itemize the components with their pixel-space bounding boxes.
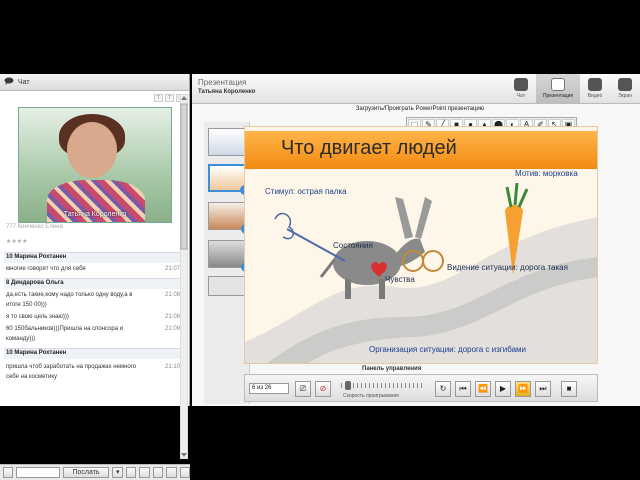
slide-thumbnail[interactable]: [208, 128, 246, 156]
message-author: 8 Диндарова Ольга: [6, 280, 64, 286]
upload-powerpoint-link[interactable]: Загрузить/Проиграть PowerPoint презентац…: [340, 106, 500, 112]
text-size-small-icon[interactable]: T: [165, 94, 174, 102]
message-text: себе на косметику: [6, 374, 58, 380]
link-icon[interactable]: [139, 467, 150, 478]
last-slide-icon[interactable]: ⏭: [535, 381, 551, 397]
slide-thumbnail[interactable]: [208, 276, 246, 296]
message-text: команду))): [6, 336, 36, 342]
send-button[interactable]: Послать: [62, 467, 110, 478]
presentation-title: Презентация: [198, 78, 247, 87]
video-caption: Татьяна Короленко: [63, 211, 127, 218]
presentation-panel: Презентация Татьяна Короленко Чат Презен…: [192, 74, 640, 406]
play-icon[interactable]: ▶: [495, 381, 511, 397]
slide-thumbnail[interactable]: 6: [208, 164, 250, 195]
webcam-video: Татьяна Короленко: [18, 107, 172, 223]
presentation-header: Презентация Татьяна Короленко Чат Презен…: [192, 74, 640, 104]
slide-thumbnail[interactable]: 7: [208, 202, 251, 234]
message-text: я то свою цель знаю))): [6, 314, 69, 320]
message-text: многие говорят что для себя: [6, 266, 86, 272]
label-feelings: Чувства: [385, 275, 415, 284]
chat-header: Чат: [0, 74, 189, 91]
screen-icon: [618, 78, 632, 91]
send-dropdown-icon[interactable]: ▾: [112, 467, 123, 478]
label-vision: Видение ситуации: дорога такая: [447, 263, 568, 272]
mode-tabs: Чат Презентация Видео Экран: [506, 74, 640, 104]
lock-icon[interactable]: [152, 467, 164, 478]
message-text: итоге 150 00))): [6, 302, 47, 308]
message-text: 60 150бальников)))Пришла на спонсора и: [6, 326, 124, 332]
fit-slide-icon[interactable]: ⎚: [295, 381, 311, 397]
message-text: да,есть такие,кому надо только одну воду…: [6, 292, 133, 298]
current-slide: Что двигает людей Стимул: острая палка С…: [244, 126, 598, 364]
first-slide-icon[interactable]: ⏮: [455, 381, 471, 397]
control-panel: 6 из 26 ⎚ ⊘ Скорость проигрывания ↻ ⏮ ⏪ …: [244, 374, 598, 402]
label-stimulus: Стимул: острая палка: [265, 187, 347, 196]
slide-thumbnail[interactable]: 8: [208, 240, 251, 272]
chat-input-bar: Послать ▾: [0, 464, 191, 480]
label-organization: Организация ситуации: дорога с изгибами: [369, 345, 527, 354]
presentation-icon: [551, 78, 565, 91]
tab-chat[interactable]: Чат: [506, 74, 536, 104]
tag-icon[interactable]: [125, 467, 137, 478]
chat-input[interactable]: [16, 467, 60, 478]
slide-illustration: [245, 182, 597, 363]
message-time: 21:07: [164, 266, 180, 272]
tab-video[interactable]: Видео: [580, 74, 610, 104]
participant-faint: 777 Кинченко Елена: [6, 224, 63, 230]
label-state: Состояния: [333, 241, 373, 250]
chat-title: Чат: [18, 78, 30, 86]
control-panel-label: Панель управления: [362, 366, 422, 372]
print-icon[interactable]: [179, 467, 191, 478]
speed-slider-knob[interactable]: [344, 381, 351, 390]
pointer-off-icon[interactable]: ⊘: [315, 381, 331, 397]
tab-screen[interactable]: Экран: [610, 74, 640, 104]
text-size-icon[interactable]: T: [154, 94, 163, 102]
message-time: 21:09: [164, 326, 180, 332]
settings-icon[interactable]: [166, 467, 177, 478]
fast-forward-icon[interactable]: ⏩: [515, 381, 531, 397]
message-author: 10 Марина Рохтанен: [6, 350, 67, 356]
tab-presentation[interactable]: Презентация: [536, 74, 580, 104]
chat-bubble-icon: [4, 77, 14, 87]
stop-icon[interactable]: ■: [561, 381, 577, 397]
page-selector[interactable]: 6 из 26: [249, 383, 289, 394]
chat-panel: Чат T T ▢ Татьяна Короленко 777 Кинченко…: [0, 74, 191, 480]
speed-label: Скорость проигрывания: [343, 393, 399, 399]
label-motive: Мотив: морковка: [515, 169, 578, 178]
message-time: 21:08: [164, 292, 180, 298]
chat-scrollbar[interactable]: [180, 94, 188, 459]
refresh-icon[interactable]: ↻: [435, 381, 451, 397]
message-text: пришла чтоб заработать на продажах немно…: [6, 364, 137, 370]
video-icon: [588, 78, 602, 91]
emoji-icon[interactable]: [3, 467, 14, 478]
rewind-icon[interactable]: ⏪: [475, 381, 491, 397]
presenter-name: Татьяна Короленко: [198, 89, 256, 95]
speed-slider[interactable]: [341, 381, 425, 390]
faint-row: ★★★★: [6, 239, 28, 245]
chat-icon: [514, 78, 528, 91]
message-time: 21:08: [164, 314, 180, 320]
message-time: 21:10: [164, 364, 180, 370]
message-author: 10 Марина Рохтанен: [6, 254, 67, 260]
